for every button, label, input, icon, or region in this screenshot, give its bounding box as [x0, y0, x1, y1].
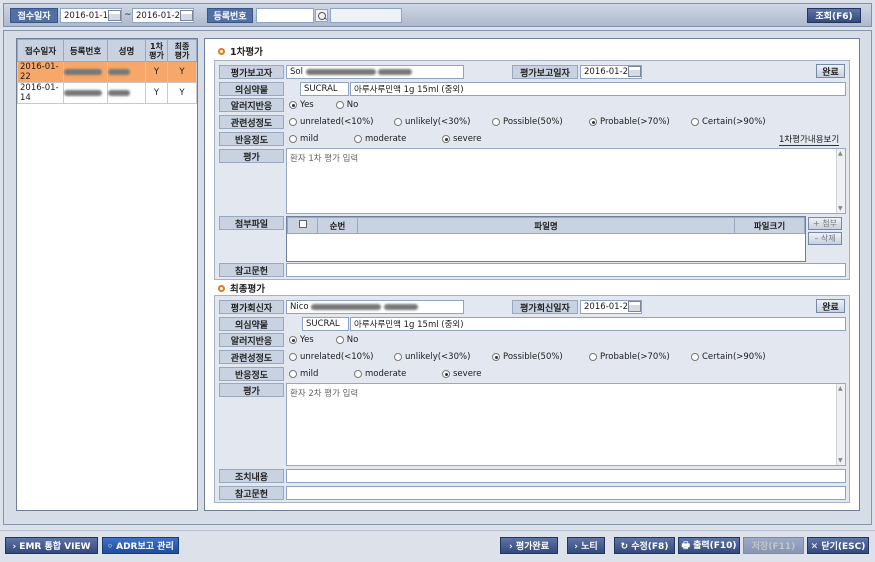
eval-label: 평가: [219, 149, 284, 163]
reg-number-label: 등록번호: [207, 8, 253, 23]
table-row[interactable]: 2016-01-14 Y Y: [17, 82, 197, 104]
patient-name-field: [330, 8, 402, 23]
severity-label: 반응정도: [219, 367, 284, 381]
save-button[interactable]: 저장(F11): [743, 537, 804, 554]
attach-check-col[interactable]: [287, 217, 318, 234]
allergy-yes-radio[interactable]: Yes: [289, 335, 314, 345]
calendar-icon[interactable]: [628, 66, 641, 77]
scrollbar[interactable]: [836, 149, 845, 213]
calendar-icon[interactable]: [180, 10, 193, 21]
reference-label: 참고문헌: [219, 486, 284, 500]
col-name: 성명: [107, 39, 146, 62]
eval-label: 평가: [219, 383, 284, 397]
print-button[interactable]: 🖶 출력(F10): [678, 537, 740, 554]
relevance-unlikely-radio[interactable]: unlikely(<30%): [394, 117, 470, 127]
table-row[interactable]: 2016-01-22 Y Y: [17, 61, 197, 83]
first-eval-title: 1차평가: [218, 44, 263, 58]
date-to-value: 2016-01-22: [136, 10, 186, 21]
reference-label: 참고문헌: [219, 263, 284, 277]
drug-label: 의심약물: [219, 317, 284, 331]
severity-moderate-radio[interactable]: moderate: [354, 134, 406, 144]
drug-name-field: 아루사루민액 1g 15ml (중외): [350, 317, 846, 331]
attach-size-col: 파일크기: [734, 217, 805, 234]
attachment-table: 순번 파일명 파일크기: [286, 216, 806, 262]
attach-delete-button[interactable]: – 삭제: [808, 232, 842, 245]
relevance-certain-radio[interactable]: Certain(>90%): [691, 352, 766, 362]
adr-report-button[interactable]: ◦ ADR보고 관리: [102, 537, 179, 554]
allergy-label: 알러지반응: [219, 333, 284, 347]
relevance-unrelated-radio[interactable]: unrelated(<10%): [289, 352, 374, 362]
eval-complete-button[interactable]: › 평가완료: [500, 537, 558, 554]
drug-code-field[interactable]: SUCRAL: [302, 317, 349, 331]
attach-add-button[interactable]: + 첨부: [808, 217, 842, 230]
severity-mild-radio[interactable]: mild: [289, 134, 318, 144]
relevance-certain-radio[interactable]: Certain(>90%): [691, 117, 766, 127]
reviewer-field[interactable]: Nico: [286, 300, 464, 314]
relevance-label: 관련성정도: [219, 115, 284, 129]
reg-number-input[interactable]: [256, 8, 314, 23]
search-button[interactable]: 조회(F6): [807, 8, 861, 23]
col-first-eval: 1차 평가: [145, 39, 168, 62]
date-separator: ~: [124, 10, 132, 20]
first-complete-button[interactable]: 완료: [816, 64, 845, 78]
severity-severe-radio[interactable]: severe: [442, 369, 481, 379]
relevance-probable-radio[interactable]: Probable(>70%): [589, 117, 670, 127]
attach-label: 첨부파일: [219, 216, 284, 230]
final-complete-button[interactable]: 완료: [816, 299, 845, 313]
calendar-icon[interactable]: [108, 10, 121, 21]
attach-seq-col: 순번: [317, 217, 358, 234]
attach-filename-col: 파일명: [357, 217, 735, 234]
reference-field[interactable]: [286, 263, 846, 277]
severity-moderate-radio[interactable]: moderate: [354, 369, 406, 379]
relevance-unlikely-radio[interactable]: unlikely(<30%): [394, 352, 470, 362]
severity-label: 반응정도: [219, 132, 284, 146]
col-final-eval: 최종 평가: [167, 39, 197, 62]
relevance-possible-radio[interactable]: Possible(50%): [492, 352, 563, 362]
relevance-probable-radio[interactable]: Probable(>70%): [589, 352, 670, 362]
final-eval-textarea[interactable]: 환자 2차 평가 입력: [286, 383, 846, 466]
reporter-label: 평가보고자: [219, 65, 284, 79]
emr-view-button[interactable]: › EMR 통합 VIEW: [5, 537, 98, 554]
reply-date-label: 평가회신일자: [512, 300, 578, 314]
reference-field[interactable]: [286, 486, 846, 500]
allergy-no-radio[interactable]: No: [335, 335, 358, 345]
drug-label: 의심약물: [219, 82, 284, 96]
drug-code-field[interactable]: SUCRAL: [300, 82, 349, 96]
action-label: 조치내용: [219, 469, 284, 483]
severity-mild-radio[interactable]: mild: [289, 369, 318, 379]
reporter-field[interactable]: Sol: [286, 65, 464, 79]
report-date-label: 평가보고일자: [512, 65, 578, 79]
date-label: 접수일자: [10, 8, 58, 23]
calendar-icon[interactable]: [628, 301, 641, 312]
final-eval-title: 최종평가: [218, 281, 265, 295]
first-eval-textarea[interactable]: 환자 1차 평가 입력: [286, 148, 846, 214]
scrollbar[interactable]: [836, 384, 845, 465]
allergy-no-radio[interactable]: No: [335, 100, 358, 110]
receipt-list: 접수일자 등록번호 성명 1차 평가 최종 평가 2016-01-22 Y Y 20…: [16, 38, 198, 511]
date-from-value: 2016-01-14: [64, 10, 114, 21]
col-date: 접수일자: [17, 39, 64, 62]
allergy-label: 알러지반응: [219, 98, 284, 112]
close-button[interactable]: ✕ 닫기(ESC): [807, 537, 869, 554]
relevance-label: 관련성정도: [219, 350, 284, 364]
edit-button[interactable]: ↻ 수정(F8): [614, 537, 675, 554]
drug-name-field: 아루사루민액 1g 15ml (중외): [350, 82, 846, 96]
col-reg-number: 등록번호: [63, 39, 108, 62]
allergy-yes-radio[interactable]: Yes: [289, 100, 314, 110]
relevance-unrelated-radio[interactable]: unrelated(<10%): [289, 117, 374, 127]
reviewer-label: 평가회신자: [219, 300, 284, 314]
search-icon[interactable]: [315, 9, 328, 22]
action-field[interactable]: [286, 469, 846, 483]
severity-severe-radio[interactable]: severe: [442, 134, 481, 144]
first-eval-view-link[interactable]: 1차평가내용보기: [779, 133, 840, 146]
relevance-possible-radio[interactable]: Possible(50%): [492, 117, 563, 127]
bullet-icon: [218, 47, 225, 55]
note-button[interactable]: › 노티: [567, 537, 605, 554]
bullet-icon: [218, 284, 225, 292]
